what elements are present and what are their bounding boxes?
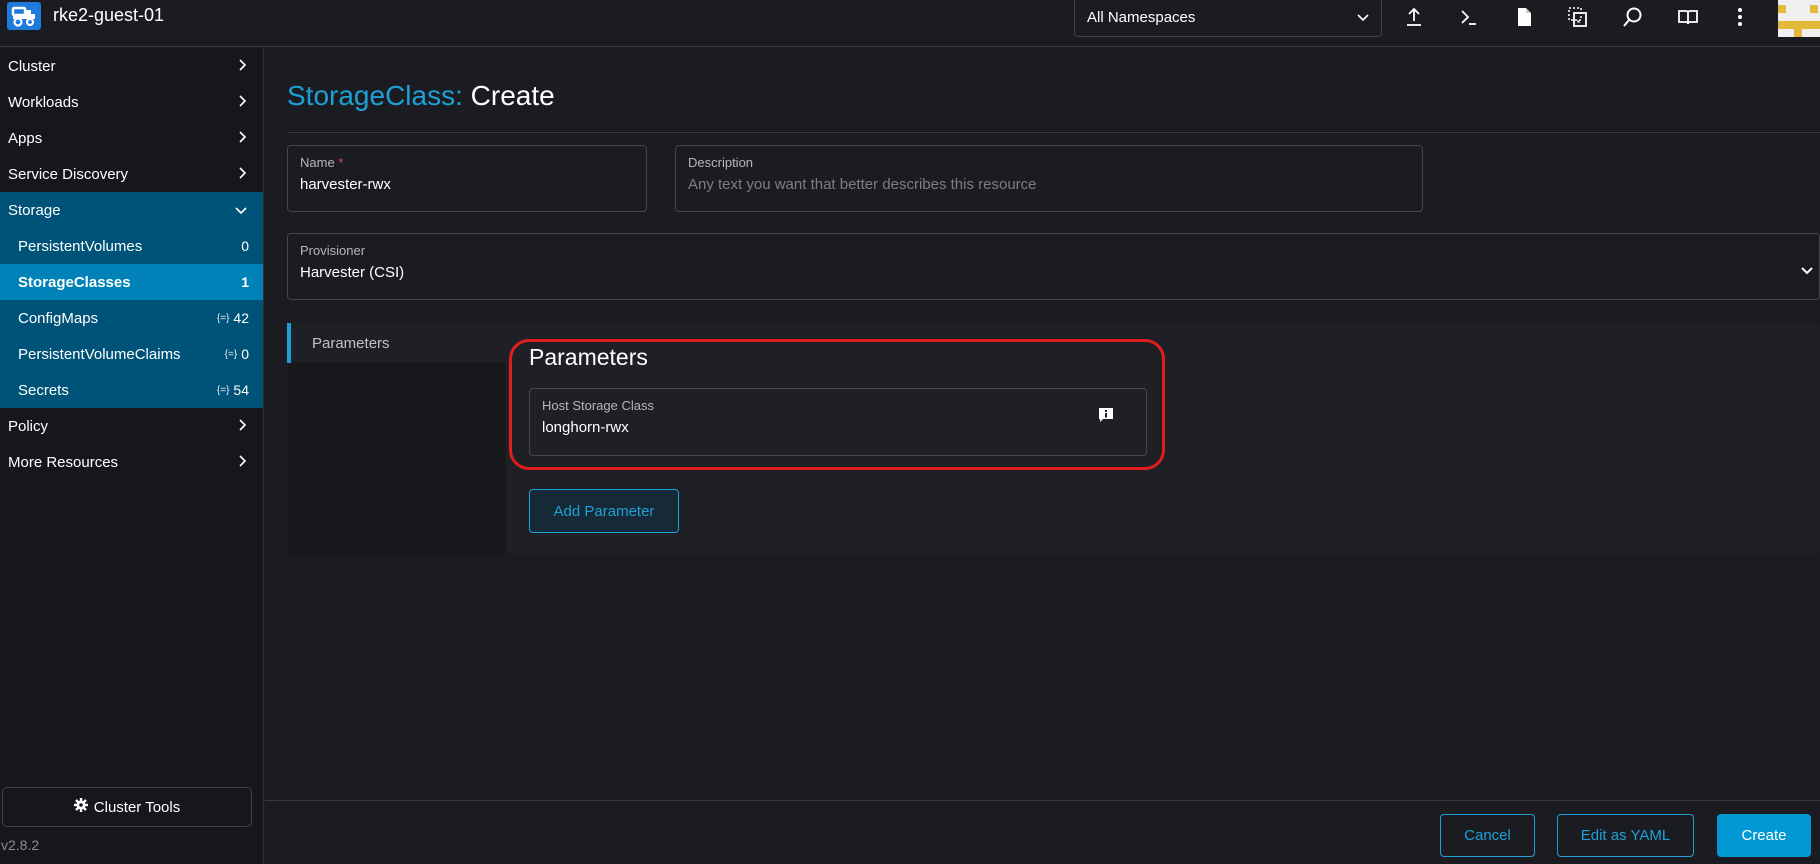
chevron-right-icon xyxy=(239,94,247,111)
sidebar-item-count: 0 xyxy=(241,346,249,362)
docs-book-icon[interactable] xyxy=(1674,4,1702,30)
more-vertical-icon[interactable] xyxy=(1726,4,1754,30)
description-label: Description xyxy=(688,155,754,170)
chevron-right-icon xyxy=(239,418,247,435)
host-storage-class-label: Host Storage Class xyxy=(542,398,654,413)
chevron-right-icon xyxy=(239,130,247,147)
namespaced-icon: {=} xyxy=(216,312,230,324)
tab-parameters-label: Parameters xyxy=(312,334,390,352)
cluster-tools-label: Cluster Tools xyxy=(93,798,181,816)
namespaced-icon: {=} xyxy=(216,384,230,396)
sidebar-group-apps[interactable]: Apps xyxy=(0,120,263,156)
required-indicator: * xyxy=(338,155,344,170)
edit-as-yaml-button[interactable]: Edit as YAML xyxy=(1557,814,1694,857)
cancel-button[interactable]: Cancel xyxy=(1440,814,1535,857)
chevron-down-icon xyxy=(1801,262,1813,280)
terminal-icon[interactable] xyxy=(1455,4,1483,30)
name-input[interactable] xyxy=(300,176,634,193)
sidebar-item-label: ConfigMaps xyxy=(18,309,99,327)
sidebar-group-more-resources[interactable]: More Resources xyxy=(0,444,263,480)
host-storage-class-field[interactable]: Host Storage Class xyxy=(529,388,1147,456)
sidebar-item-count: 0 xyxy=(241,238,249,254)
sidebar-group-label: Workloads xyxy=(8,93,79,111)
sidebar-item-persistentvolumes[interactable]: PersistentVolumes 0 xyxy=(0,228,263,264)
description-field[interactable]: Description xyxy=(675,145,1423,212)
sidebar-group-label: More Resources xyxy=(8,453,119,471)
sidebar-group-workloads[interactable]: Workloads xyxy=(0,84,263,120)
provisioner-select[interactable]: Provisioner Harvester (CSI) xyxy=(287,233,1820,300)
main-content: StorageClass: Create Name * Description … xyxy=(265,48,1820,800)
provisioner-value: Harvester (CSI) xyxy=(300,264,405,281)
namespace-select-value: All Namespaces xyxy=(1087,9,1196,26)
sidebar-item-count: 54 xyxy=(233,382,249,398)
upload-icon[interactable] xyxy=(1400,4,1428,30)
name-label: Name xyxy=(300,155,335,170)
chevron-down-icon xyxy=(1357,9,1369,26)
sidebar-item-persistentvolumeclaims[interactable]: PersistentVolumeClaims {=} 0 xyxy=(0,336,263,372)
sidebar-item-label: StorageClasses xyxy=(18,273,131,291)
sidebar-group-cluster[interactable]: Cluster xyxy=(0,48,263,84)
sidebar-group-policy[interactable]: Policy xyxy=(0,408,263,444)
sidebar-item-secrets[interactable]: Secrets {=} 54 xyxy=(0,372,263,408)
chevron-down-icon xyxy=(235,202,247,219)
namespace-select[interactable]: All Namespaces xyxy=(1074,0,1382,37)
page-title-kind[interactable]: StorageClass: xyxy=(287,80,463,111)
cluster-logo-icon[interactable] xyxy=(7,2,41,30)
sidebar-group-label: Storage xyxy=(8,201,61,219)
sidebar-group-storage[interactable]: Storage xyxy=(0,192,263,228)
gear-icon xyxy=(73,798,88,816)
sidebar-group-label: Policy xyxy=(8,417,49,435)
name-field[interactable]: Name * xyxy=(287,145,647,212)
create-button[interactable]: Create xyxy=(1717,814,1811,857)
host-storage-class-input[interactable] xyxy=(542,419,1134,436)
sidebar-item-label: PersistentVolumes xyxy=(18,237,143,255)
file-icon[interactable] xyxy=(1510,4,1538,30)
search-icon[interactable] xyxy=(1619,4,1647,30)
version-label: v2.8.2 xyxy=(1,837,40,853)
page-title: StorageClass: Create xyxy=(287,80,555,112)
parameters-heading: Parameters xyxy=(529,344,648,370)
provisioner-label: Provisioner xyxy=(300,243,366,258)
info-icon[interactable] xyxy=(1098,407,1114,428)
sidebar-item-label: PersistentVolumeClaims xyxy=(18,345,181,363)
storage-submenu: PersistentVolumes 0 StorageClasses 1 Con… xyxy=(0,228,263,408)
tab-nav: Parameters xyxy=(287,323,506,554)
user-avatar[interactable] xyxy=(1778,0,1820,37)
sidebar-group-label: Apps xyxy=(8,129,43,147)
name-label-wrap: Name * xyxy=(300,155,634,170)
sidebar: Cluster Workloads Apps Service Discovery… xyxy=(0,48,264,864)
sidebar-item-label: Secrets xyxy=(18,381,69,399)
sidebar-group-service-discovery[interactable]: Service Discovery xyxy=(0,156,263,192)
add-parameter-button[interactable]: Add Parameter xyxy=(529,489,679,533)
cluster-tools-button[interactable]: Cluster Tools xyxy=(2,787,252,827)
chevron-right-icon xyxy=(239,58,247,75)
footer-actions: Cancel Edit as YAML Create xyxy=(265,800,1820,864)
sidebar-item-count: 1 xyxy=(241,274,249,290)
sidebar-group-label: Cluster xyxy=(8,57,56,75)
sidebar-item-count: 42 xyxy=(233,310,249,326)
namespaced-icon: {=} xyxy=(224,348,238,360)
chevron-right-icon xyxy=(239,166,247,183)
chevron-right-icon xyxy=(239,454,247,471)
sidebar-item-configmaps[interactable]: ConfigMaps {=} 42 xyxy=(0,300,263,336)
tab-parameters[interactable]: Parameters xyxy=(287,323,506,363)
title-divider xyxy=(287,132,1820,133)
cluster-name: rke2-guest-01 xyxy=(53,5,165,25)
top-bar: rke2-guest-01 All Namespaces xyxy=(0,0,1820,47)
page-title-action: Create xyxy=(470,80,555,111)
copy-config-icon[interactable] xyxy=(1564,4,1592,30)
sidebar-group-label: Service Discovery xyxy=(8,165,129,183)
sidebar-item-storageclasses[interactable]: StorageClasses 1 xyxy=(0,264,263,300)
description-input[interactable] xyxy=(688,176,1410,193)
